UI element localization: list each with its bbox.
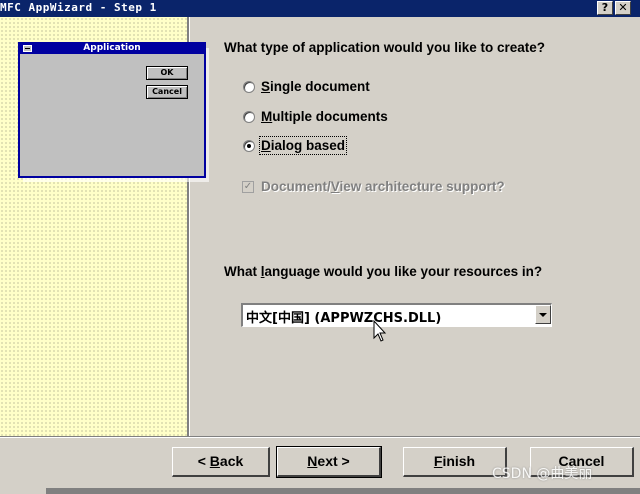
back-button[interactable]: < Back <box>172 447 270 477</box>
dialog-based-label[interactable]: Dialog based <box>258 136 348 155</box>
access-key: D <box>261 138 271 153</box>
access-key: V <box>330 179 340 194</box>
q-pre: What <box>224 264 261 279</box>
single-document-radio[interactable] <box>243 81 255 93</box>
docview-checkbox[interactable]: ✓ <box>242 181 254 193</box>
docview-label: Document/View architecture support? <box>261 179 505 194</box>
watermark-text: CSDN @曲美丽 <box>492 466 593 482</box>
multiple-documents-label[interactable]: Multiple documents <box>261 109 388 124</box>
preview-titlebar: Application <box>20 43 204 54</box>
q-rest: anguage would you like your resources in… <box>264 264 543 279</box>
label-rest: ialog based <box>270 138 346 153</box>
close-button[interactable]: ✕ <box>615 1 631 15</box>
label-rest: ultiple documents <box>272 109 388 124</box>
button-separator <box>0 436 640 438</box>
multiple-documents-radio[interactable] <box>243 111 255 123</box>
focus-rect: Dialog based <box>258 136 348 155</box>
horizontal-scrollbar[interactable] <box>0 488 640 494</box>
next-label: ext > <box>317 453 350 469</box>
dialog-preview: Application OK Cancel <box>18 42 206 178</box>
back-label: ack <box>219 453 244 469</box>
title-bar: MFC AppWizard - Step 1 ? ✕ <box>0 0 640 17</box>
window-title: MFC AppWizard - Step 1 <box>0 1 157 14</box>
preview-title: Application <box>83 43 141 53</box>
preview-ok-button: OK <box>146 66 188 80</box>
chevron-down-icon[interactable] <box>535 305 551 324</box>
finish-label: inish <box>442 453 476 469</box>
label-pre: Document/ <box>261 179 331 194</box>
scrollbar-thumb[interactable] <box>0 488 46 494</box>
app-type-question: What type of application would you like … <box>224 40 546 55</box>
next-button[interactable]: Next > <box>276 446 382 478</box>
mouse-cursor-icon <box>373 320 387 342</box>
access-key: N <box>307 453 318 469</box>
access-key: M <box>261 109 273 124</box>
language-select[interactable]: 中文[中国] (APPWZCHS.DLL) <box>241 303 552 327</box>
access-key: S <box>261 79 271 94</box>
access-key: B <box>209 453 220 469</box>
language-select-value: 中文[中国] (APPWZCHS.DLL) <box>246 311 442 326</box>
preview-cancel-button: Cancel <box>146 85 188 99</box>
language-question: What language would you like your resour… <box>224 264 542 279</box>
label-rest: ingle document <box>270 79 370 94</box>
dialog-based-radio[interactable] <box>243 140 255 152</box>
back-arrow: < <box>197 453 210 469</box>
single-document-label[interactable]: Single document <box>261 79 370 94</box>
label-rest: iew architecture support? <box>339 179 505 194</box>
help-button[interactable]: ? <box>597 1 613 15</box>
